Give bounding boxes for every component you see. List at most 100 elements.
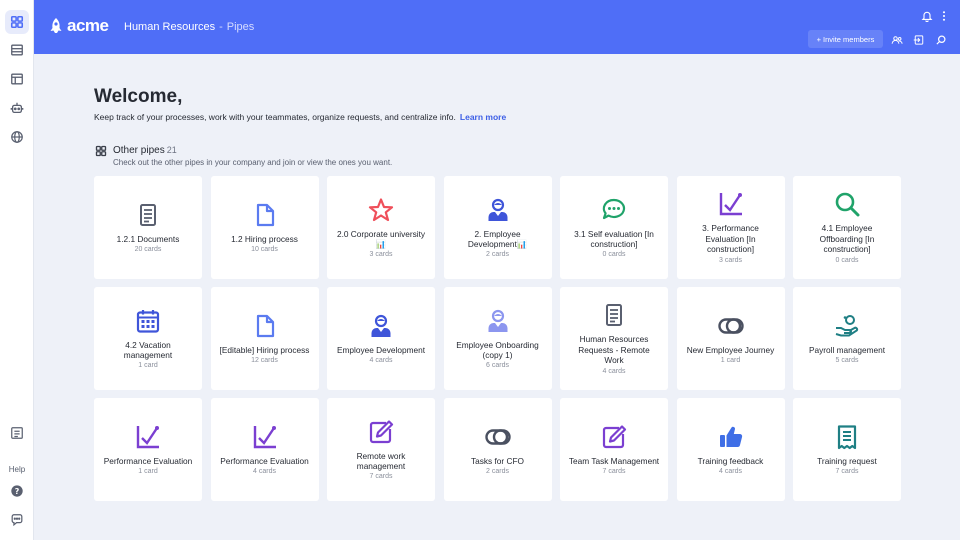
toggle-icon [484, 424, 511, 450]
other-pipes-count: 21 [166, 145, 177, 155]
pipe-card[interactable]: 1.2.1 Documents 20 cards [94, 176, 202, 279]
pipe-card[interactable]: Training request 7 cards [793, 398, 901, 501]
user-icon [368, 313, 394, 339]
other-pipes-title: Other pipes 21 [113, 145, 177, 156]
star-icon [368, 197, 394, 223]
pipe-card[interactable]: Employee Development 4 cards [327, 287, 435, 390]
pipe-card-count: 4 cards [602, 367, 626, 375]
pipe-card[interactable]: 4.1 Employee Offboarding [In constructio… [793, 176, 901, 279]
pipe-card-count: 2 cards [486, 468, 509, 476]
pipe-card[interactable]: Performance Evaluation 4 cards [210, 398, 319, 501]
left-rail: Help ? [0, 0, 34, 540]
pipe-card[interactable]: Payroll management 5 cards [793, 287, 901, 390]
chat-bubble-icon [11, 514, 23, 527]
intro-text: Keep track of your processes, work with … [94, 112, 506, 122]
chart-line-icon [718, 191, 744, 217]
pipe-card-name: Employee Development [336, 344, 426, 355]
learn-more-link[interactable]: Learn more [460, 112, 506, 122]
pipe-card-name: Performance Evaluation [103, 455, 193, 466]
question-icon: ? [11, 485, 23, 497]
invite-members-label: Invite members [823, 34, 875, 44]
pipe-card-count: 3 cards [719, 256, 742, 264]
file-icon [252, 313, 278, 339]
pipe-card-count: 5 cards [835, 357, 859, 365]
users-icon [891, 36, 903, 44]
pipe-card-name: 1.2.1 Documents [116, 233, 180, 244]
help-button[interactable]: ? [5, 479, 29, 503]
logo-text: acme [67, 16, 109, 35]
pipes-nav-button[interactable] [5, 10, 29, 34]
pipe-card-name: Performance Evaluation [220, 455, 309, 466]
automations-nav-button[interactable] [5, 96, 29, 120]
pipe-card[interactable]: 2.0 Corporate university 📊 3 cards [327, 176, 435, 279]
toggle-icon [717, 313, 744, 339]
pipe-grid: 1.2.1 Documents 20 cards 1.2 Hiring proces… [94, 176, 902, 501]
breadcrumb: Human Resources - Pipes [124, 21, 254, 33]
rocket-icon [50, 18, 62, 33]
thumbs-up-icon [718, 424, 744, 450]
breadcrumb-separator: - [219, 21, 223, 33]
grid-icon [10, 15, 24, 29]
integrations-nav-button[interactable] [5, 125, 29, 149]
pipe-card[interactable]: New Employee Journey 1 card [676, 287, 785, 390]
file-icon [252, 202, 278, 228]
pipe-card-count: 7 cards [369, 473, 393, 481]
sign-in-icon [913, 35, 924, 45]
pipe-card[interactable]: 4.2 Vacation management 1 card [94, 287, 202, 390]
notifications-button[interactable] [920, 9, 934, 23]
pipe-card-count: 4 cards [253, 468, 276, 476]
pipe-card[interactable]: Training feedback 4 cards [676, 398, 785, 501]
user-icon [485, 197, 511, 223]
pipe-card-name: Human Resources Requests - Remote Work [578, 334, 650, 366]
help-label: Help [8, 465, 26, 474]
pipe-card-count: 4 cards [719, 468, 742, 476]
more-options-button[interactable] [938, 9, 950, 23]
pipe-card-name: 4.2 Vacation management [123, 339, 173, 360]
pipe-card[interactable]: Performance Evaluation 1 card [94, 398, 202, 501]
pipe-card-count: 4 cards [369, 357, 393, 365]
pipe-card[interactable]: 3. Performance Evaluation [In constructi… [676, 176, 785, 279]
pipe-card-name: Training request [817, 455, 877, 466]
document-icon [601, 302, 627, 328]
members-button[interactable] [890, 33, 904, 47]
pipe-card[interactable]: 3.1 Self evaluation [In construction] 0 c… [560, 176, 668, 279]
pipe-card-name: New Employee Journey [686, 344, 775, 355]
pipe-card[interactable]: Remote work management 7 cards [327, 398, 435, 501]
pipe-card-count: 10 cards [251, 246, 278, 254]
pipe-card[interactable]: Team Task Management 7 cards [560, 398, 668, 501]
pipe-card-name: [Editable] Hiring process [219, 344, 310, 355]
kebab-icon [942, 11, 946, 21]
pipe-card[interactable]: Tasks for CFO 2 cards [443, 398, 552, 501]
grid-icon [95, 145, 107, 157]
pipe-card[interactable]: Human Resources Requests - Remote Work 4 … [560, 287, 668, 390]
breadcrumb-current: Pipes [226, 21, 255, 33]
portals-nav-button[interactable] [5, 67, 29, 91]
pipe-card-name: Tasks for CFO [470, 455, 524, 466]
pipe-card[interactable]: Employee Onboarding (copy 1) 6 cards [443, 287, 552, 390]
pipe-card-count: 2 cards [486, 251, 509, 259]
pipe-card-count: 6 cards [486, 362, 509, 370]
globe-icon [11, 131, 23, 143]
databases-nav-button[interactable] [5, 38, 29, 62]
activity-nav-button[interactable] [5, 421, 29, 445]
pipe-card[interactable]: 2. Employee Development📊 2 cards [443, 176, 552, 279]
pipe-card-name: 2. Employee Development📊 [467, 228, 528, 249]
pipe-card[interactable]: [Editable] Hiring process 12 cards [210, 287, 319, 390]
chat-support-button[interactable] [5, 508, 29, 532]
breadcrumb-org[interactable]: Human Resources [124, 21, 215, 33]
robot-icon [10, 102, 24, 114]
invite-members-button[interactable]: + Invite members [808, 30, 883, 48]
pipe-card-name: Training feedback [697, 455, 764, 466]
pipe-card-name: 4.1 Employee Offboarding [In constructio… [819, 223, 875, 255]
pipe-card-count: 12 cards [251, 357, 278, 365]
list-icon [11, 427, 23, 439]
import-button[interactable] [912, 33, 926, 47]
pipe-card-count: 1 card [138, 468, 158, 476]
search-icon [834, 191, 860, 217]
document-icon [135, 202, 161, 228]
pipe-card[interactable]: 1.2 Hiring process 10 cards [210, 176, 319, 279]
chat-icon [601, 197, 627, 223]
acme-logo[interactable]: acme [48, 16, 109, 36]
pipe-card-name: 1.2 Hiring process [231, 233, 298, 244]
search-button[interactable] [934, 33, 948, 47]
